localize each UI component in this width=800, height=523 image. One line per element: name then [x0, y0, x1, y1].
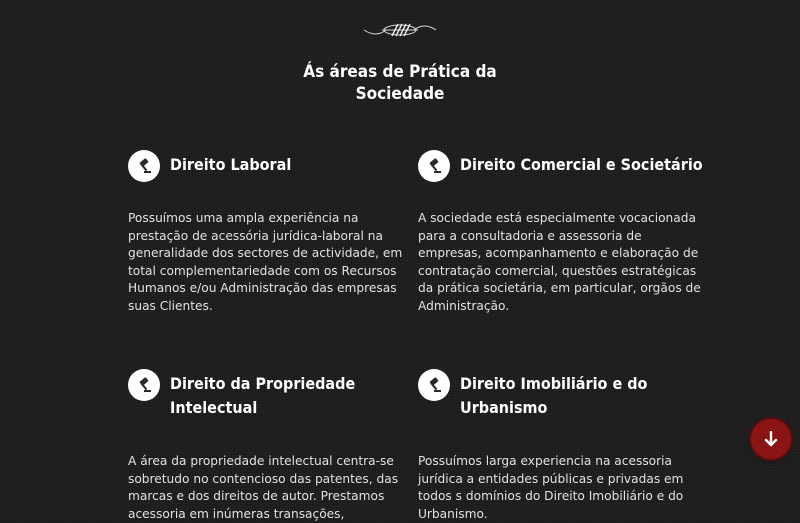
text-line: A sociedade está especialmente vocaciona…: [418, 210, 668, 228]
text-line: contratação comercial, questões estratég…: [418, 263, 668, 281]
scroll-down-button[interactable]: [751, 419, 791, 459]
text-line: todos s domínios do Direito Imobiliário …: [418, 488, 668, 506]
text-line: Administração.: [418, 298, 668, 316]
text-line: empresas, acompanhamento e elaboração de: [418, 245, 668, 263]
practice-area-title-line: Direito da Propriedade: [170, 372, 400, 396]
flourish-ornament-icon: [362, 18, 438, 42]
practice-area-description: A sociedade está especialmente vocaciona…: [418, 210, 668, 315]
practice-area-title-line: Direito Laboral: [170, 153, 400, 177]
gavel-icon: [128, 150, 160, 182]
text-line: total complementariedade com os Recursos: [128, 263, 378, 281]
text-line: jurídica a entidades públicas e privadas…: [418, 471, 668, 489]
practice-area-title-line: Direito Imobiliário e do: [460, 372, 690, 396]
practice-area-description: A área da propriedade intelectual centra…: [128, 453, 378, 523]
practice-area-title: Direito Laboral: [170, 153, 400, 177]
text-line: A área da propriedade intelectual centra…: [128, 453, 378, 471]
text-line: Humanos e/ou Administração das empresas: [128, 280, 378, 298]
practice-area-title-line: Intelectual: [170, 396, 400, 420]
section-title-line: Sociedade: [200, 83, 600, 105]
practice-area-title: Direito da Propriedade Intelectual: [170, 372, 400, 420]
text-line: acessoria em inúmeras transações,: [128, 506, 378, 523]
text-line: para a consultadoria e assessoria de: [418, 228, 668, 246]
section-title: Ás áreas de Prática da Sociedade: [200, 61, 600, 105]
arrow-down-icon: [764, 431, 778, 447]
text-line: generalidade dos sectores de actividade,…: [128, 245, 378, 263]
text-line: prestação de acessória jurídica-laboral …: [128, 228, 378, 246]
gavel-icon: [418, 369, 450, 401]
text-line: sobretudo no contencioso das patentes, d…: [128, 471, 378, 489]
practice-area-description: Possuímos uma ampla experiência na prest…: [128, 210, 378, 315]
practice-area-title: Direito Imobiliário e do Urbanismo: [460, 372, 690, 420]
gavel-icon: [128, 369, 160, 401]
text-line: marcas e dos direitos de autor. Prestamo…: [128, 488, 378, 506]
gavel-icon: [418, 150, 450, 182]
practice-area-description: Possuímos larga experiencia na acessoria…: [418, 453, 668, 523]
text-line: da prática societária, em particular, or…: [418, 280, 668, 298]
text-line: Urbanismo.: [418, 506, 668, 523]
practice-area-title-line: Direito Comercial e Societário: [460, 153, 690, 177]
practice-area-title: Direito Comercial e Societário: [460, 153, 690, 177]
text-line: Possuímos larga experiencia na acessoria: [418, 453, 668, 471]
practice-area-title-line: Urbanismo: [460, 396, 690, 420]
section-title-line: Ás áreas de Prática da: [200, 61, 600, 83]
text-line: Possuímos uma ampla experiência na: [128, 210, 378, 228]
text-line: suas Clientes.: [128, 298, 378, 316]
